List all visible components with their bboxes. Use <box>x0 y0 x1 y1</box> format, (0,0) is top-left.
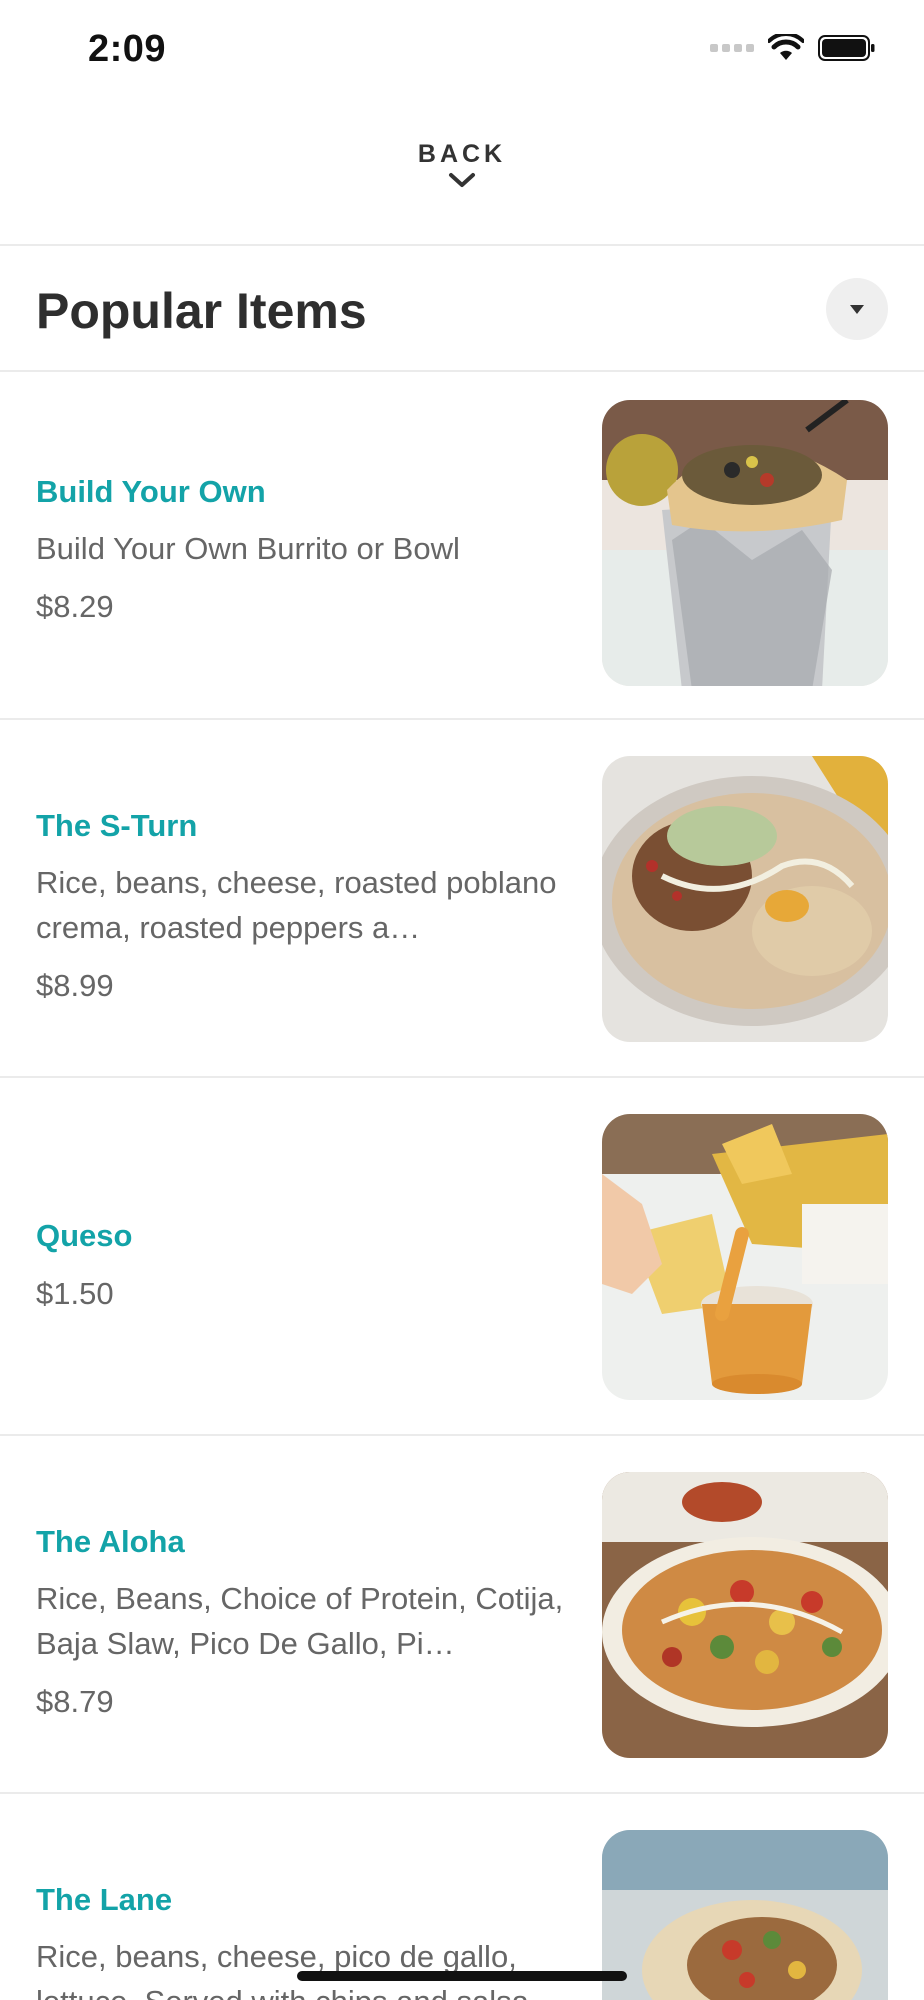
item-image <box>602 400 888 686</box>
status-time: 2:09 <box>88 28 167 70</box>
collapse-section-button[interactable] <box>826 278 888 340</box>
wifi-icon <box>768 34 804 60</box>
cellular-signal-icon <box>710 44 754 52</box>
item-price: $8.79 <box>36 1684 114 1719</box>
home-indicator <box>297 1971 627 1981</box>
menu-item-queso[interactable]: Queso $1.50 <box>0 1080 924 1436</box>
status-icons <box>710 34 876 62</box>
item-description: Build Your Own Burrito or Bowl <box>36 531 460 566</box>
item-image <box>602 1114 888 1400</box>
item-text: The Aloha Rice, Beans, Choice of Protein… <box>36 1522 576 1722</box>
item-text: The S-Turn Rice, beans, cheese, roasted … <box>36 806 576 1006</box>
header: BACK <box>0 100 924 246</box>
item-text: The Lane Rice, beans, cheese, pico de ga… <box>36 1880 576 2000</box>
item-price: $8.29 <box>36 589 114 624</box>
item-image <box>602 1830 888 2000</box>
item-name: The S-Turn <box>36 808 198 843</box>
item-image <box>602 1472 888 1758</box>
menu-item-the-aloha[interactable]: The Aloha Rice, Beans, Choice of Protein… <box>0 1438 924 1794</box>
section-title: Popular Items <box>36 283 367 339</box>
item-image <box>602 756 888 1042</box>
item-name: The Lane <box>36 1882 173 1917</box>
back-button[interactable]: BACK <box>362 140 562 216</box>
item-text: Build Your Own Build Your Own Burrito or… <box>36 472 576 627</box>
menu-item-the-s-turn[interactable]: The S-Turn Rice, beans, cheese, roasted … <box>0 722 924 1078</box>
item-price: $1.50 <box>36 1276 114 1311</box>
triangle-down-icon <box>850 305 864 314</box>
menu-item-build-your-own[interactable]: Build Your Own Build Your Own Burrito or… <box>0 374 924 720</box>
back-label: BACK <box>417 140 507 168</box>
item-description: Rice, beans, cheese, pico de gallo, lett… <box>36 1939 537 2000</box>
item-description: Rice, Beans, Choice of Protein, Cotija, … <box>36 1581 564 1661</box>
chevron-down-icon <box>449 173 475 187</box>
status-bar: 2:09 <box>0 0 924 100</box>
item-text: Queso $1.50 <box>36 1216 576 1314</box>
battery-icon <box>818 35 875 61</box>
menu-item-the-lane[interactable]: The Lane Rice, beans, cheese, pico de ga… <box>0 1796 924 2000</box>
section-header: Popular Items <box>0 248 924 372</box>
item-name: The Aloha <box>36 1524 185 1559</box>
item-description: Rice, beans, cheese, roasted poblano cre… <box>36 865 557 945</box>
item-name: Queso <box>36 1218 133 1253</box>
item-price: $8.99 <box>36 968 114 1003</box>
item-name: Build Your Own <box>36 474 266 509</box>
